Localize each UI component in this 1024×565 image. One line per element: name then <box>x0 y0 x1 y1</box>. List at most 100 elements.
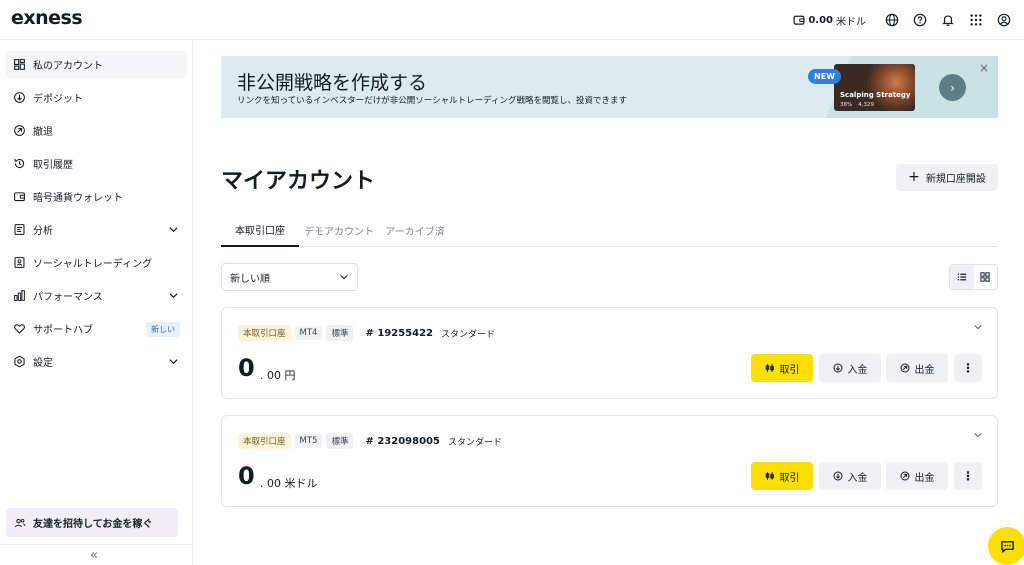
strategy-card-stats: 38% 4,329 <box>840 102 874 108</box>
history-icon <box>13 157 26 170</box>
apps-button[interactable] <box>962 0 990 40</box>
sidebar-item-analytics[interactable]: 分析 <box>6 216 187 243</box>
profile-button[interactable] <box>990 0 1018 40</box>
open-new-account-button[interactable]: + 新規口座開設 <box>896 164 998 191</box>
sidebar-item-history[interactable]: 取引履歴 <box>6 150 187 177</box>
chat-icon <box>1000 540 1014 553</box>
tab-real-accounts[interactable]: 本取引口座 <box>221 214 299 247</box>
account-type: スタンダード <box>447 437 502 448</box>
header-actions: 0.00 米ドル <box>793 0 1018 40</box>
deposit-label: 入金 <box>847 364 868 376</box>
sidebar-nav: 私のアカウント デポジット 撤退 取引履歴 暗号通貨ウォレット 分析 ソーシャル… <box>6 51 187 381</box>
account-type: スタンダード <box>441 329 496 340</box>
sidebar-item-withdraw[interactable]: 撤退 <box>6 117 187 144</box>
trade-button[interactable]: 取引 <box>751 462 813 490</box>
withdraw-label: 出金 <box>914 472 935 484</box>
sidebar-divider <box>0 544 193 545</box>
dashboard-icon <box>13 58 26 71</box>
banner-title: 非公開戦略を作成する <box>237 72 428 94</box>
settings-icon <box>13 355 26 368</box>
balance-amount: 0.00 <box>808 14 833 26</box>
grid-view-button[interactable] <box>974 265 998 289</box>
sidebar-item-label: 分析 <box>33 226 53 237</box>
notifications-button[interactable] <box>934 0 962 40</box>
account-tabs: 本取引口座 デモアカウント アーカイブ済 <box>221 214 998 247</box>
sidebar-item-deposit[interactable]: デポジット <box>6 84 187 111</box>
withdraw-button[interactable]: 出金 <box>886 462 948 490</box>
account-card: 本取引口座 MT5 標準 # 232098005 スタンダード 0 . 00 米… <box>221 415 998 507</box>
sidebar-item-performance[interactable]: パフォーマンス <box>6 282 187 309</box>
trade-label: 取引 <box>779 472 800 484</box>
withdraw-icon <box>899 363 910 373</box>
account-number: # 232098005 <box>365 435 440 447</box>
wallet-icon <box>793 15 805 25</box>
deposit-button[interactable]: 入金 <box>819 462 881 490</box>
platform-tag: MT4 <box>294 326 323 340</box>
plus-icon: + <box>908 168 920 185</box>
header-balance[interactable]: 0.00 米ドル <box>793 13 866 28</box>
platform-tag: MT5 <box>294 434 323 448</box>
sidebar-item-label: 設定 <box>33 358 53 369</box>
deposit-icon <box>832 363 843 373</box>
account-tags: 本取引口座 MT4 標準 # 19255422 スタンダード <box>238 325 495 341</box>
new-badge: 新しい <box>146 322 180 337</box>
strategy-card-title: Scalping Strategy <box>840 91 911 99</box>
deposit-icon <box>832 471 843 481</box>
exness-logo[interactable]: exness <box>11 7 83 29</box>
deposit-icon <box>13 91 26 104</box>
sidebar-item-label: サポートハブ <box>33 325 93 336</box>
help-icon <box>913 13 927 27</box>
language-button[interactable] <box>878 0 906 40</box>
account-tags: 本取引口座 MT5 標準 # 232098005 スタンダード <box>238 433 502 449</box>
users-icon <box>14 518 26 527</box>
deposit-button[interactable]: 入金 <box>819 354 881 382</box>
deposit-label: 入金 <box>847 472 868 484</box>
banner-close-button[interactable]: × <box>979 61 989 75</box>
grid-icon <box>980 272 990 282</box>
promo-banner[interactable]: 非公開戦略を作成する リンクを知っているインベスターだけが非公開ソーシャルトレー… <box>221 56 998 118</box>
help-button[interactable] <box>906 0 934 40</box>
balance-integer: 0 <box>238 462 255 490</box>
globe-icon <box>885 13 899 27</box>
open-new-account-label: 新規口座開設 <box>925 174 986 185</box>
invite-friends-button[interactable]: 友達を招待してお金を稼ぐ <box>6 508 178 537</box>
tab-archived[interactable]: アーカイブ済 <box>383 214 447 247</box>
sidebar-item-support-hub[interactable]: サポートハブ 新しい <box>6 315 187 342</box>
bell-icon <box>942 15 954 27</box>
sidebar-item-crypto-wallet[interactable]: 暗号通貨ウォレット <box>6 183 187 210</box>
sidebar-item-label: ソーシャルトレーディング <box>33 259 153 270</box>
collapse-sidebar-button[interactable]: « <box>90 548 98 563</box>
sidebar-item-social-trading[interactable]: ソーシャルトレーディング <box>6 249 187 276</box>
strategy-return: 38% <box>840 102 853 108</box>
list-view-button[interactable] <box>950 265 974 289</box>
more-options-button[interactable]: ⋮ <box>954 462 982 490</box>
list-icon <box>957 273 966 281</box>
sidebar-item-settings[interactable]: 設定 <box>6 348 187 375</box>
account-card: 本取引口座 MT4 標準 # 19255422 スタンダード 0 . 00 円 … <box>221 307 998 399</box>
chevron-down-icon <box>340 274 348 280</box>
trade-icon <box>765 472 774 480</box>
withdraw-label: 出金 <box>914 364 935 376</box>
sort-value: 新しい順 <box>230 273 270 285</box>
chevron-down-icon <box>169 227 178 233</box>
social-trading-icon <box>13 256 26 269</box>
more-options-button[interactable]: ⋮ <box>954 354 982 382</box>
balance-integer: 0 <box>238 354 255 382</box>
new-pill-badge: NEW <box>808 69 841 84</box>
sort-select[interactable]: 新しい順 <box>221 263 358 291</box>
wallet-icon <box>13 190 26 203</box>
banner-next-button[interactable]: › <box>939 74 966 101</box>
chat-support-button[interactable] <box>988 527 1024 565</box>
expand-chevron-icon[interactable] <box>973 322 983 332</box>
expand-chevron-icon[interactable] <box>973 430 983 440</box>
profile-icon <box>997 13 1011 27</box>
tab-demo-accounts[interactable]: デモアカウント <box>303 214 375 247</box>
balance-currency: 米ドル <box>836 16 866 28</box>
trade-button[interactable]: 取引 <box>751 354 813 382</box>
balance-decimal: . 00 円 <box>260 369 296 382</box>
account-number: # 19255422 <box>365 327 433 339</box>
withdraw-button[interactable]: 出金 <box>886 354 948 382</box>
heart-icon <box>13 322 26 335</box>
sidebar-item-my-accounts[interactable]: 私のアカウント <box>6 51 187 78</box>
chevron-down-icon <box>169 293 178 299</box>
